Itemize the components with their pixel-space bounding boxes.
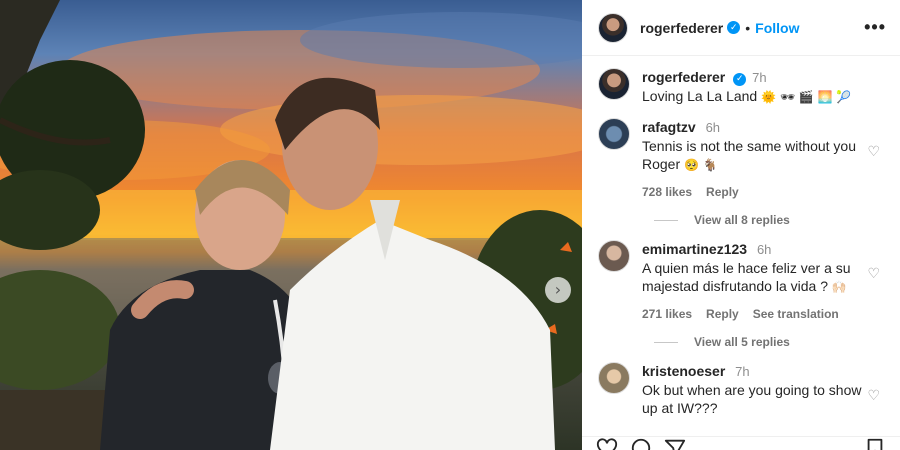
commenter-avatar[interactable]	[598, 240, 630, 272]
commenter-avatar[interactable]	[598, 362, 630, 394]
comment-username[interactable]: emimartinez123	[642, 241, 747, 257]
post-photo[interactable]: ›	[0, 0, 582, 450]
view-replies-label: View all 5 replies	[694, 335, 790, 349]
comment-likes[interactable]: 728 likes	[642, 183, 692, 201]
separator-dot: •	[745, 19, 751, 36]
comment-emojis: 🥺 🐐	[684, 158, 718, 172]
heart-icon[interactable]	[596, 437, 618, 450]
comment-body: rafagtzv 6h Tennis is not the same witho…	[642, 118, 884, 201]
bookmark-icon[interactable]	[864, 437, 886, 450]
post-header: rogerfederer ✓ • Follow •••	[582, 0, 900, 56]
more-options-icon[interactable]: •••	[864, 17, 886, 38]
comments-list: rogerfederer ✓ 7h Loving La La Land 🌞 🕶 🎬…	[582, 56, 900, 417]
comment-icon[interactable]	[630, 437, 652, 450]
caption-avatar[interactable]	[598, 68, 630, 100]
carousel-next-button[interactable]: ›	[545, 277, 571, 303]
comment-text: Ok but when are you going to show up at …	[642, 382, 862, 416]
verified-badge-icon: ✓	[727, 21, 741, 34]
comment-body: kristenoeser 7h Ok but when are you goin…	[642, 362, 884, 417]
comment-item: rafagtzv 6h Tennis is not the same witho…	[598, 118, 884, 201]
author-username[interactable]: rogerfederer	[640, 20, 723, 36]
see-translation-button[interactable]: See translation	[753, 305, 839, 323]
author-avatar[interactable]	[598, 12, 628, 43]
post-action-bar	[582, 436, 900, 450]
comment-username[interactable]: rafagtzv	[642, 119, 696, 135]
follow-button[interactable]: Follow	[755, 20, 799, 36]
reply-button[interactable]: Reply	[706, 183, 739, 201]
caption-row: rogerfederer ✓ 7h Loving La La Land 🌞 🕶 🎬…	[598, 68, 884, 106]
caption-time[interactable]: 7h	[752, 70, 766, 85]
comment-meta: 728 likes Reply	[642, 183, 862, 201]
comment-item: emimartinez123 6h A quien más le hace fe…	[598, 240, 884, 323]
post-sidebar: rogerfederer ✓ • Follow ••• rogerfederer…	[582, 0, 900, 450]
comment-time[interactable]: 7h	[735, 364, 749, 379]
chevron-right-icon: ›	[554, 280, 562, 299]
comment-likes[interactable]: 271 likes	[642, 305, 692, 323]
comment-text: A quien más le hace feliz ver a su majes…	[642, 260, 851, 294]
comment-like-heart-icon[interactable]: ♡	[867, 266, 880, 282]
comment-meta: 271 likes Reply See translation	[642, 305, 862, 323]
photo-illustration	[0, 0, 582, 450]
comment-username[interactable]: kristenoeser	[642, 363, 725, 379]
view-replies-button[interactable]: View all 8 replies	[654, 213, 884, 227]
comment-item: kristenoeser 7h Ok but when are you goin…	[598, 362, 884, 417]
comment-like-heart-icon[interactable]: ♡	[867, 144, 880, 160]
comment-time[interactable]: 6h	[706, 120, 720, 135]
reply-button[interactable]: Reply	[706, 305, 739, 323]
comment-time[interactable]: 6h	[757, 242, 771, 257]
view-replies-button[interactable]: View all 5 replies	[654, 335, 884, 349]
comment-like-heart-icon[interactable]: ♡	[867, 388, 880, 404]
verified-badge-icon: ✓	[733, 72, 747, 86]
comment-body: emimartinez123 6h A quien más le hace fe…	[642, 240, 884, 323]
caption-text: Loving La La Land	[642, 88, 758, 104]
view-replies-label: View all 8 replies	[694, 213, 790, 227]
commenter-avatar[interactable]	[598, 118, 630, 150]
replies-divider-line	[654, 219, 678, 221]
caption-username[interactable]: rogerfederer	[642, 69, 725, 85]
comment-text: Tennis is not the same without you Roger	[642, 138, 857, 172]
share-icon[interactable]	[664, 437, 686, 450]
comment-emojis: 🙌🏻	[831, 280, 847, 294]
caption-body: rogerfederer ✓ 7h Loving La La Land 🌞 🕶 🎬…	[642, 68, 884, 106]
post-viewer: › rogerfederer ✓ • Follow ••• rogerfeder…	[0, 0, 900, 450]
replies-divider-line	[654, 341, 678, 343]
caption-emojis: 🌞 🕶 🎬 🌅 🎾	[761, 90, 852, 104]
